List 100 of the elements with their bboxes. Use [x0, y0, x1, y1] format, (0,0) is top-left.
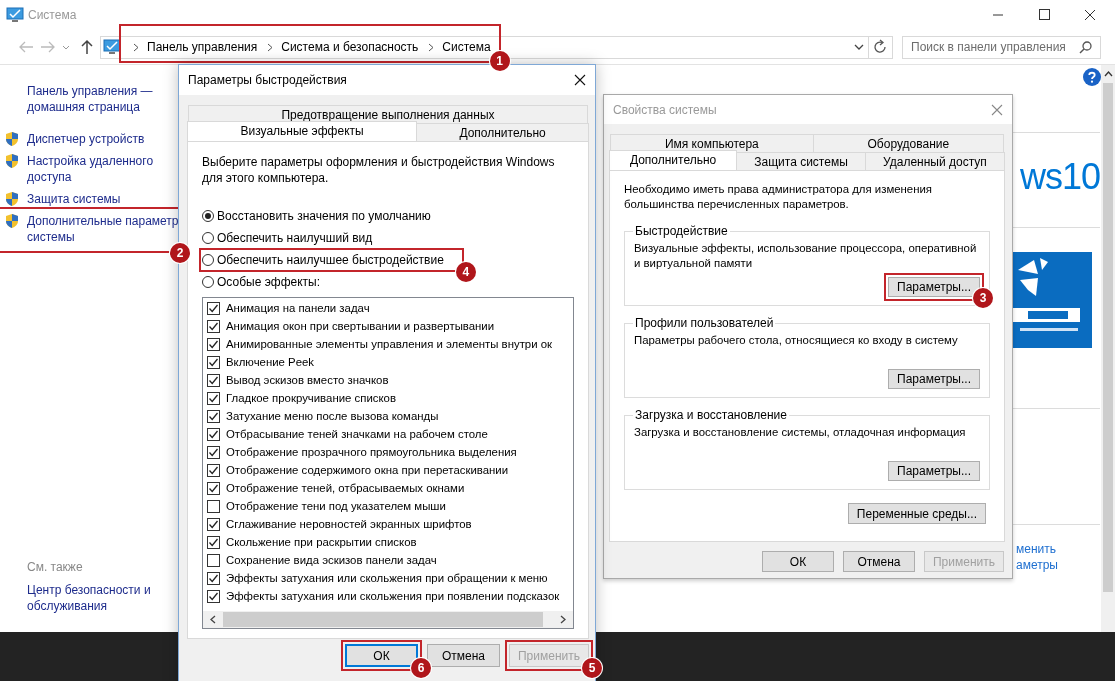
tab[interactable]: Оборудование	[812, 134, 1004, 152]
option-label[interactable]: Вывод эскизов вместо значков	[226, 374, 389, 386]
checkbox[interactable]	[207, 391, 220, 405]
option-label[interactable]: Эффекты затухания или скольжения при появлении подсказок	[226, 590, 560, 602]
sidebar-link[interactable]: Диспетчер устройств	[27, 131, 145, 147]
group-title: Загрузка и восстановление	[634, 408, 788, 422]
sidebar-link[interactable]: Дополнительные параметр системы	[27, 213, 179, 245]
home-link[interactable]: Панель управления — домашняя страница	[27, 83, 178, 115]
option-label[interactable]: Обеспечить наилучшее быстродействие	[217, 253, 444, 267]
checkbox[interactable]	[207, 499, 220, 513]
settings-button[interactable]: Параметры...	[888, 369, 980, 389]
breadcrumb[interactable]: Система	[442, 40, 491, 54]
checkbox[interactable]	[207, 463, 220, 477]
checkmark-icon	[208, 356, 219, 368]
chevron-down-icon[interactable]	[854, 44, 864, 50]
sidebar-link[interactable]: Центр безопасности и обслуживания	[27, 582, 178, 614]
checkbox[interactable]	[207, 355, 220, 369]
radio-button[interactable]	[202, 254, 214, 266]
checkmark-icon	[208, 536, 219, 548]
checkmark-icon	[208, 446, 219, 458]
checkbox[interactable]	[207, 571, 220, 585]
tab[interactable]: Дополнительно	[416, 123, 589, 141]
checkbox[interactable]	[207, 589, 220, 603]
shield-icon	[4, 191, 20, 207]
checkmark-icon	[208, 464, 219, 476]
callout-badge: 4	[455, 262, 476, 282]
option-label[interactable]: Отображение тени под указателем мыши	[226, 500, 446, 512]
shield-icon	[4, 153, 20, 169]
checkmark-icon	[208, 302, 219, 314]
settings-button[interactable]: Параметры...	[888, 277, 980, 297]
computer-icon	[103, 39, 121, 55]
group-text: Визуальные эффекты, использование процессора, оперативной и виртуальной памяти	[634, 241, 978, 271]
option-label[interactable]: Включение Peek	[226, 356, 315, 368]
dialog-button[interactable]: ОК	[345, 644, 418, 667]
notice-text: Необходимо иметь права администратора для изменения большинства перечисленных параметров.	[624, 182, 933, 212]
computer-icon	[6, 7, 24, 23]
radio-button[interactable]	[202, 232, 214, 244]
breadcrumb[interactable]: Панель управления	[147, 40, 258, 54]
sidebar-link[interactable]: Защита системы	[27, 191, 121, 207]
tab[interactable]: Предотвращение выполнения данных	[188, 105, 588, 123]
option-label[interactable]: Отображение содержимого окна при перетаскивании	[226, 464, 509, 476]
option-label[interactable]: Эффекты затухания или скольжения при обращении к меню	[226, 572, 548, 584]
checkbox[interactable]	[207, 535, 220, 549]
callout-badge: 5	[582, 658, 602, 678]
callout-badge: 6	[411, 658, 431, 678]
radio-button[interactable]	[202, 276, 214, 288]
checkmark-icon	[208, 482, 219, 494]
option-label[interactable]: Отбрасывание теней значками на рабочем столе	[226, 428, 488, 440]
checkbox[interactable]	[207, 427, 220, 441]
option-label[interactable]: Скольжение при раскрытии списков	[226, 536, 417, 548]
callout-badge: 2	[170, 243, 190, 263]
dialog-button[interactable]: Отмена	[427, 644, 500, 667]
help-icon[interactable]	[1083, 68, 1101, 86]
option-label[interactable]: Особые эффекты:	[217, 275, 321, 289]
option-label[interactable]: Анимация окон при свертывании и развертывании	[226, 320, 495, 332]
up-arrow-icon[interactable]	[80, 39, 94, 55]
horizontal-scrollbar[interactable]	[203, 611, 573, 628]
checkbox[interactable]	[207, 481, 220, 495]
close-icon[interactable]	[574, 74, 586, 86]
option-label[interactable]: Анимированные элементы управления и элементы внутри ок	[226, 338, 553, 350]
checkbox[interactable]	[207, 337, 220, 351]
option-label[interactable]: Отображение теней, отбрасываемых окнами	[226, 482, 465, 494]
radio-button[interactable]	[202, 210, 214, 222]
option-label[interactable]: Обеспечить наилучший вид	[217, 231, 373, 245]
checkbox[interactable]	[207, 553, 220, 567]
checkbox[interactable]	[207, 517, 220, 531]
checkmark-icon	[208, 320, 219, 332]
checkbox[interactable]	[207, 445, 220, 459]
checkmark-icon	[208, 338, 219, 350]
description-text: Выберите параметры оформления и быстродействия Windows для этого компьютера.	[202, 154, 556, 186]
chevron-right-icon	[267, 42, 274, 52]
tab[interactable]: Удаленный доступ	[864, 152, 1005, 170]
chevron-right-icon	[133, 42, 139, 52]
breadcrumb[interactable]: Система и безопасность	[281, 40, 419, 54]
chevron-right-icon[interactable]	[559, 615, 567, 624]
checkbox[interactable]	[207, 373, 220, 387]
option-label[interactable]: Отображение прозрачного прямоугольника выделения	[226, 446, 517, 458]
option-label[interactable]: Восстановить значения по умолчанию	[217, 209, 431, 223]
option-label[interactable]: Сохранение вида эскизов панели задач	[226, 554, 437, 566]
environment-button[interactable]: Переменные среды...	[847, 503, 986, 524]
checkbox[interactable]	[207, 409, 220, 423]
settings-button[interactable]: Параметры...	[888, 461, 980, 481]
dialog-button[interactable]: ОК	[762, 551, 834, 572]
tab[interactable]: Имя компьютера	[610, 134, 814, 152]
dialog-button[interactable]: Отмена	[843, 551, 915, 572]
option-label[interactable]: Затухание меню после вызова команды	[226, 410, 439, 422]
checkmark-icon	[208, 428, 219, 440]
tab[interactable]: Визуальные эффекты	[187, 121, 418, 141]
vertical-scrollbar[interactable]	[1101, 65, 1115, 632]
tab[interactable]: Защита системы	[736, 152, 866, 170]
option-label[interactable]: Сглаживание неровностей экранных шрифтов	[226, 518, 472, 530]
checkbox[interactable]	[207, 301, 220, 315]
option-label[interactable]: Анимация на панели задач	[226, 302, 370, 314]
search-field[interactable]: Поиск в панели управления	[902, 35, 1101, 59]
checkmark-icon	[208, 410, 219, 422]
checkbox[interactable]	[207, 319, 220, 333]
option-label[interactable]: Гладкое прокручивание списков	[226, 392, 396, 404]
sidebar-link[interactable]: Настройка удаленного доступа	[27, 153, 154, 185]
tab[interactable]: Дополнительно	[609, 150, 738, 170]
chevron-left-icon[interactable]	[209, 615, 217, 624]
